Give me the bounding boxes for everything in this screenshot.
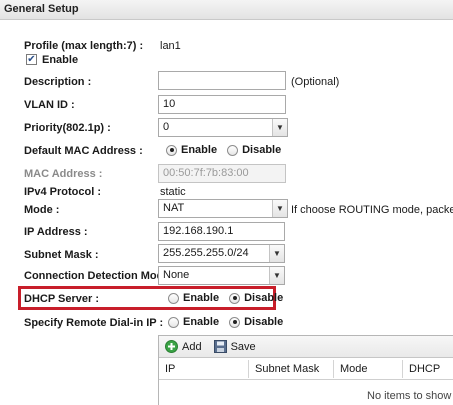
ipv4-protocol-label: IPv4 Protocol :	[24, 186, 102, 198]
subnet-mask-value: 255.255.255.0/24	[163, 247, 249, 259]
column-header-mode[interactable]: Mode	[340, 363, 368, 375]
mode-label: Mode :	[24, 204, 60, 216]
mode-select[interactable]: NAT ▼	[158, 199, 288, 218]
default-mac-radio-group: Enable Disable	[166, 144, 291, 156]
connection-detection-value: None	[163, 269, 190, 281]
description-input[interactable]	[158, 71, 286, 90]
connection-detection-label: Connection Detection Mode :	[24, 270, 177, 282]
dhcp-server-label: DHCP Server :	[24, 293, 99, 305]
remote-dial-label: Specify Remote Dial-in IP :	[24, 317, 164, 329]
column-header-subnet-mask[interactable]: Subnet Mask	[255, 363, 319, 375]
radio-selected-icon[interactable]	[229, 292, 241, 304]
mode-value: NAT	[163, 202, 185, 214]
save-icon	[213, 340, 227, 353]
vlan-id-label: VLAN ID :	[24, 99, 75, 111]
mode-hint: If choose ROUTING mode, packets w	[291, 204, 453, 216]
general-setup-panel: General Setup Profile (max length:7) : l…	[0, 0, 453, 405]
ip-address-input[interactable]: 192.168.190.1	[158, 222, 285, 241]
remote-dial-enable-label: Enable	[183, 316, 220, 328]
radio-unselected-icon[interactable]	[168, 292, 179, 304]
priority-value: 0	[163, 121, 170, 133]
dhcp-server-enable-label: Enable	[183, 292, 220, 304]
radio-selected-icon[interactable]	[166, 144, 177, 156]
remote-dial-disable-label: Disable	[244, 316, 284, 328]
save-button[interactable]: Save	[213, 340, 256, 353]
remote-dial-radio-group: Enable Disable	[168, 316, 293, 328]
column-header-ip[interactable]: IP	[165, 363, 175, 375]
column-header-dhcp[interactable]: DHCP	[409, 363, 440, 375]
dhcp-server-disable-option[interactable]: Disable	[229, 292, 283, 304]
subnet-mask-select[interactable]: 255.255.255.0/24 ▼	[158, 244, 285, 263]
enable-label: Enable	[42, 54, 79, 66]
grid-header: IP Subnet Mask Mode DHCP	[159, 358, 453, 380]
ipv4-protocol-value: static	[160, 186, 186, 198]
chevron-down-icon: ▼	[272, 119, 287, 136]
add-label: Add	[182, 340, 202, 353]
grid-toolbar: Add Save	[159, 336, 453, 358]
description-label: Description :	[24, 76, 92, 88]
remote-dial-enable-option[interactable]: Enable	[168, 316, 219, 328]
remote-ip-grid: Add Save IP Subnet Mask Mode DHCP No ite…	[158, 335, 453, 405]
profile-label: Profile (max length:7) :	[24, 40, 144, 52]
save-label: Save	[230, 340, 256, 353]
chevron-down-icon: ▼	[272, 200, 287, 217]
column-divider	[402, 360, 403, 378]
default-mac-label: Default MAC Address :	[24, 145, 143, 157]
dhcp-server-enable-option[interactable]: Enable	[168, 292, 219, 304]
chevron-down-icon: ▼	[269, 267, 284, 284]
add-icon	[165, 340, 178, 353]
dhcp-server-radio-group: Enable Disable	[168, 292, 293, 304]
enable-checkbox[interactable]: ✔	[26, 54, 37, 65]
mac-address-input: 00:50:7f:7b:83:00	[158, 164, 286, 183]
default-mac-disable-option[interactable]: Disable	[227, 144, 281, 156]
mac-address-label: MAC Address :	[24, 168, 103, 180]
chevron-down-icon: ▼	[269, 245, 284, 262]
radio-selected-icon[interactable]	[229, 316, 241, 328]
vlan-id-input[interactable]: 10	[158, 95, 286, 114]
grid-empty-message: No items to show	[367, 390, 452, 402]
priority-select[interactable]: 0 ▼	[158, 118, 288, 137]
connection-detection-select[interactable]: None ▼	[158, 266, 285, 285]
default-mac-enable-option[interactable]: Enable	[166, 144, 217, 156]
default-mac-enable-label: Enable	[181, 144, 218, 156]
description-hint: (Optional)	[291, 76, 340, 88]
remote-dial-disable-option[interactable]: Disable	[229, 316, 283, 328]
panel-title: General Setup	[0, 0, 453, 20]
profile-value: lan1	[160, 40, 181, 52]
radio-unselected-icon[interactable]	[168, 316, 179, 328]
radio-unselected-icon[interactable]	[227, 144, 239, 156]
priority-label: Priority(802.1p) :	[24, 122, 111, 134]
dhcp-server-disable-label: Disable	[244, 292, 284, 304]
default-mac-disable-label: Disable	[242, 144, 282, 156]
column-divider	[333, 360, 334, 378]
add-button[interactable]: Add	[165, 340, 202, 353]
column-divider	[248, 360, 249, 378]
ip-address-label: IP Address :	[24, 226, 88, 238]
subnet-mask-label: Subnet Mask :	[24, 249, 99, 261]
